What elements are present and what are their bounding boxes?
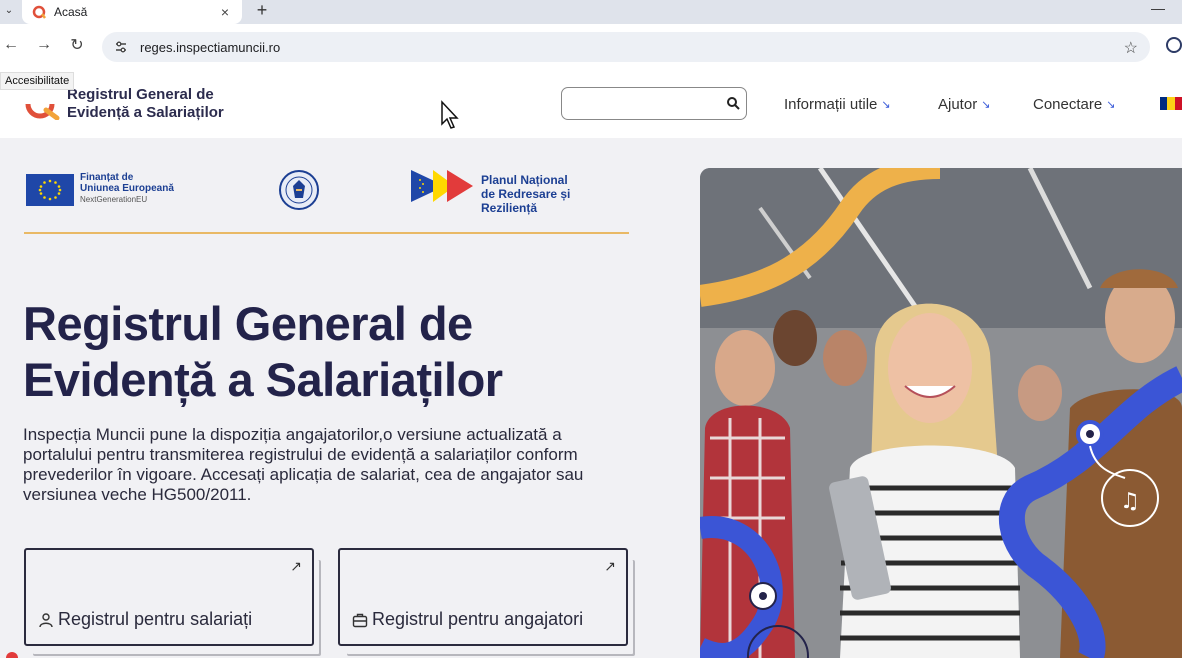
orange-divider — [24, 232, 629, 234]
flag-stripe — [1167, 97, 1175, 110]
browser-tab-bar: ⌄ Acasă × + — — [0, 0, 1182, 24]
language-flag-icon[interactable] — [1160, 97, 1182, 110]
pnrr-logo-icon — [411, 170, 473, 202]
tab-close-icon[interactable]: × — [218, 4, 232, 20]
nav-conectare[interactable]: Conectare ↘ — [1033, 96, 1115, 113]
search-icon[interactable] — [726, 96, 740, 110]
hero-photo: ♫ — [700, 168, 1182, 658]
tab-title: Acasă — [54, 5, 88, 19]
employer-register-card[interactable]: ↗ Registrul pentru angajatori — [338, 548, 628, 646]
pnrr-line-2: de Redresare și Reziliență — [481, 187, 571, 215]
hero-title: Registrul General de Evidență a Salariaț… — [23, 296, 503, 408]
arrow-down-right-icon: ↘ — [981, 99, 991, 111]
accessibility-button[interactable]: Accesibilitate — [0, 72, 75, 90]
back-button[interactable]: ← — [0, 34, 22, 56]
romanian-government-emblem-icon — [279, 170, 319, 210]
mouse-cursor-icon — [441, 100, 459, 129]
nav-informatii-utile[interactable]: Informații utile ↘ — [784, 96, 891, 113]
hero-title-line-1: Registrul General de — [23, 297, 473, 350]
card-label-text: Registrul pentru salariați — [58, 609, 253, 629]
flag-stripe — [1160, 97, 1168, 110]
arrow-up-right-icon: ↗ — [290, 558, 302, 574]
recording-indicator-icon — [6, 652, 18, 658]
hero-title-line-2: Evidență a Salariaților — [23, 353, 503, 406]
search-input[interactable] — [561, 87, 747, 120]
briefcase-icon — [352, 613, 368, 627]
forward-button[interactable]: → — [33, 34, 55, 56]
profile-icon[interactable] — [1166, 37, 1182, 53]
nav-label: Ajutor — [938, 96, 978, 113]
new-tab-button[interactable]: + — [252, 0, 272, 20]
nav-label: Informații utile — [784, 96, 878, 113]
person-icon — [39, 612, 53, 627]
funding-logos: Finanțat de Uniunea Europeană NextGenera… — [24, 166, 629, 216]
eu-flag-icon — [26, 174, 74, 206]
pnrr-line-1: Planul Național — [481, 173, 568, 187]
hero-photo-illustration: ♫ — [700, 168, 1182, 658]
card-label-text: Registrul pentru angajatori — [372, 609, 584, 629]
eu-line-1: Finanțat de — [80, 172, 134, 183]
site-header: Accesibilitate Registrul General de Evid… — [0, 68, 1182, 138]
logo-line-1: Registrul General de — [67, 86, 214, 103]
eu-line-2: Uniunea Europeană — [80, 183, 174, 194]
site-logo-text[interactable]: Registrul General de Evidență a Salariaț… — [67, 86, 224, 122]
arrow-up-right-icon: ↗ — [604, 558, 616, 574]
pnrr-text: Planul Național de Redresare și Rezilien… — [481, 173, 629, 215]
arrow-down-right-icon: ↘ — [881, 99, 891, 111]
site-favicon-icon — [32, 5, 46, 19]
hero-description: Inspecția Muncii pune la dispoziția anga… — [23, 425, 584, 504]
site-info-icon[interactable] — [112, 38, 130, 56]
arrow-down-right-icon: ↘ — [1106, 99, 1116, 111]
bookmark-star-icon[interactable]: ☆ — [1124, 38, 1138, 58]
employee-register-card[interactable]: ↗ Registrul pentru salariați — [24, 548, 314, 646]
address-bar[interactable]: reges.inspectiamuncii.ro ☆ — [102, 32, 1150, 62]
card-label: Registrul pentru angajatori — [352, 609, 583, 630]
eu-funding-text: Finanțat de Uniunea Europeană NextGenera… — [80, 172, 174, 205]
flag-stripe — [1174, 97, 1182, 110]
url-text[interactable]: reges.inspectiamuncii.ro — [140, 40, 280, 55]
logo-line-2: Evidență a Salariaților — [67, 104, 224, 121]
card-label: Registrul pentru salariați — [38, 609, 252, 630]
site-logo-icon — [25, 103, 60, 120]
tab-search-menu-button[interactable]: ⌄ — [0, 0, 18, 20]
eu-line-3: NextGenerationEU — [80, 195, 148, 204]
minimize-window-button[interactable]: — — [1150, 0, 1166, 16]
svg-text:♫: ♫ — [1120, 489, 1140, 514]
reload-button[interactable]: ↻ — [66, 34, 88, 56]
browser-toolbar: ← → ↻ reges.inspectiamuncii.ro ☆ — [0, 24, 1182, 68]
nav-ajutor[interactable]: Ajutor ↘ — [938, 96, 990, 113]
browser-tab[interactable]: Acasă × — [22, 0, 242, 24]
nav-label: Conectare — [1033, 96, 1103, 113]
